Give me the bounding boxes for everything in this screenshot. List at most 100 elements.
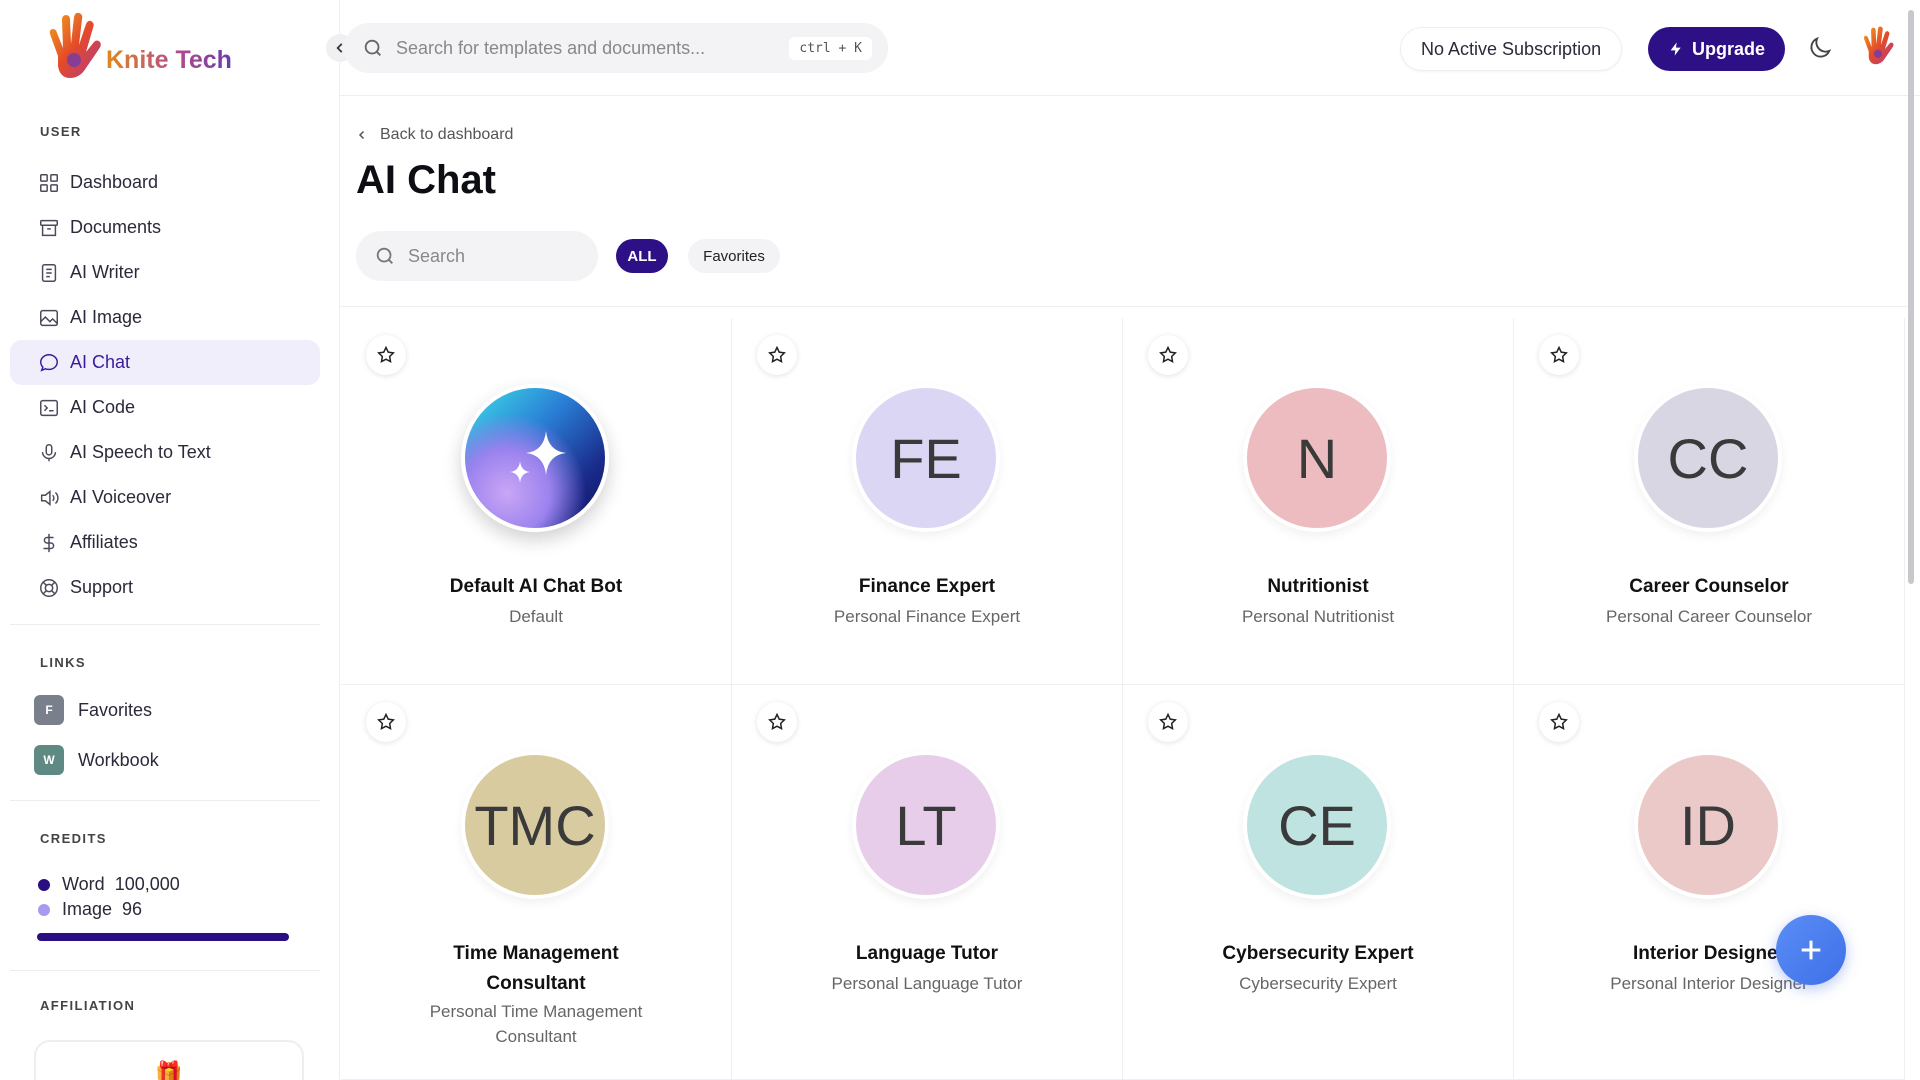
chat-card-time-management-consultant[interactable]: TMC Time Management Consultant Personal … <box>341 685 732 1080</box>
global-search[interactable]: ctrl + K <box>344 23 888 73</box>
sidebar-item-ai-writer[interactable]: AI Writer <box>10 250 320 295</box>
chat-card-default[interactable]: Default AI Chat Bot Default <box>341 318 732 685</box>
star-icon <box>1159 345 1177 363</box>
star-icon <box>1550 345 1568 363</box>
gift-icon: 🎁 <box>155 1060 183 1080</box>
filter-favorites[interactable]: Favorites <box>688 239 780 273</box>
card-title: Time Management Consultant <box>453 943 619 994</box>
page-scrollbar[interactable] <box>1908 10 1914 584</box>
microphone-icon <box>41 443 57 461</box>
section-title-user: USER <box>40 124 82 139</box>
star-icon <box>768 712 786 730</box>
filter-all[interactable]: ALL <box>616 239 668 273</box>
star-icon <box>1550 712 1568 730</box>
card-avatar: TMC <box>461 751 609 899</box>
hand-logo-icon <box>49 12 101 78</box>
sidebar-item-affiliates[interactable]: Affiliates <box>10 520 320 565</box>
card-avatar: CE <box>1243 751 1391 899</box>
sidebar-item-label: AI Image <box>70 307 143 327</box>
chat-search[interactable] <box>356 231 598 281</box>
star-icon <box>768 345 786 363</box>
favorite-button[interactable] <box>1539 335 1579 375</box>
link-favorites[interactable]: F Favorites <box>34 695 152 725</box>
moon-icon[interactable] <box>1806 34 1834 62</box>
affiliation-card[interactable]: 🎁 <box>34 1040 304 1080</box>
card-avatar: CC <box>1634 384 1782 532</box>
card-title: Language Tutor <box>855 943 999 964</box>
sidebar-item-label: Dashboard <box>70 172 159 192</box>
credit-progress-bar <box>37 933 289 941</box>
file-text-icon <box>41 263 57 282</box>
app-logo[interactable]: Knite Tech <box>44 12 232 88</box>
chat-search-input[interactable] <box>408 245 578 267</box>
chat-card-finance-expert[interactable]: FE Finance Expert Personal Finance Exper… <box>732 318 1123 685</box>
card-title: Cybersecurity Expert <box>1222 943 1414 964</box>
image-icon <box>40 309 58 326</box>
favorite-button[interactable] <box>1148 335 1188 375</box>
back-to-dashboard-link[interactable]: Back to dashboard <box>356 126 513 144</box>
section-title-affiliation: AFFILIATION <box>40 998 136 1013</box>
favorite-button[interactable] <box>366 335 406 375</box>
subscription-status[interactable]: No Active Subscription <box>1400 27 1623 71</box>
credit-image: Image 96 <box>38 899 142 920</box>
card-description: Personal Interior Designer <box>1610 974 1808 993</box>
chat-card-cybersecurity-expert[interactable]: CE Cybersecurity Expert Cybersecurity Ex… <box>1123 685 1514 1080</box>
card-title: Career Counselor <box>1629 576 1789 597</box>
sidebar: Knite Tech USER Dashboard Documents AI W… <box>0 0 340 1080</box>
link-badge: F <box>34 695 64 725</box>
link-workbook[interactable]: W Workbook <box>34 745 159 775</box>
chat-card-language-tutor[interactable]: LT Language Tutor Personal Language Tuto… <box>732 685 1123 1080</box>
chat-card-career-counselor[interactable]: CC Career Counselor Personal Career Coun… <box>1514 318 1905 685</box>
star-icon <box>377 345 395 363</box>
sidebar-item-ai-code[interactable]: AI Code <box>10 385 320 430</box>
favorite-button[interactable] <box>757 335 797 375</box>
sidebar-item-ai-chat[interactable]: AI Chat <box>10 340 320 385</box>
credit-value: 100,000 <box>114 874 180 894</box>
link-label: Favorites <box>78 699 153 720</box>
credit-label: Image <box>62 899 113 919</box>
sidebar-item-ai-image[interactable]: AI Image <box>10 295 320 340</box>
grid-divider <box>340 306 1908 307</box>
page-title: AI Chat <box>356 158 496 202</box>
sidebar-item-label: AI Code <box>70 397 136 417</box>
sidebar-item-dashboard[interactable]: Dashboard <box>10 160 320 205</box>
link-label: Workbook <box>78 749 159 770</box>
credit-dot <box>38 878 50 891</box>
sidebar-item-ai-speech-to-text[interactable]: AI Speech to Text <box>10 430 320 475</box>
sidebar-divider <box>10 624 320 625</box>
card-avatar: ID <box>1634 751 1782 899</box>
sidebar-item-documents[interactable]: Documents <box>10 205 320 250</box>
sparkle-icon <box>510 431 566 483</box>
global-search-input[interactable] <box>396 37 776 59</box>
card-title: Default AI Chat Bot <box>449 576 623 597</box>
sidebar-item-ai-voiceover[interactable]: AI Voiceover <box>10 475 320 520</box>
star-icon <box>1159 712 1177 730</box>
app-name: Knite Tech <box>106 45 232 74</box>
sidebar-divider <box>10 800 320 801</box>
card-description: Cybersecurity Expert <box>1239 974 1397 993</box>
card-description: Personal Finance Expert <box>833 607 1021 626</box>
chat-card-nutritionist[interactable]: N Nutritionist Personal Nutritionist <box>1123 318 1514 685</box>
sidebar-item-label: AI Writer <box>70 262 140 282</box>
card-avatar: LT <box>852 751 1000 899</box>
sidebar-item-support[interactable]: Support <box>10 565 320 610</box>
favorite-button[interactable] <box>366 702 406 742</box>
card-title: Finance Expert <box>858 576 996 597</box>
chat-card-interior-designer[interactable]: ID Interior Designer Personal Interior D… <box>1514 685 1905 1080</box>
credit-dot <box>38 903 50 916</box>
sidebar-item-label: Support <box>70 577 134 597</box>
add-chat-button[interactable] <box>1776 915 1846 985</box>
sidebar-item-label: Affiliates <box>70 532 138 552</box>
favorite-button[interactable] <box>757 702 797 742</box>
star-icon <box>377 712 395 730</box>
sidebar-divider <box>10 970 320 971</box>
credit-value: 96 <box>122 899 143 919</box>
upgrade-button[interactable]: Upgrade <box>1648 27 1785 71</box>
favorite-button[interactable] <box>1539 702 1579 742</box>
sidebar-item-label: AI Chat <box>70 352 131 372</box>
plus-icon <box>1801 940 1821 960</box>
favorite-button[interactable] <box>1148 702 1188 742</box>
lifebuoy-icon <box>40 578 58 597</box>
user-avatar[interactable] <box>1856 26 1900 70</box>
back-label: Back to dashboard <box>380 126 514 143</box>
